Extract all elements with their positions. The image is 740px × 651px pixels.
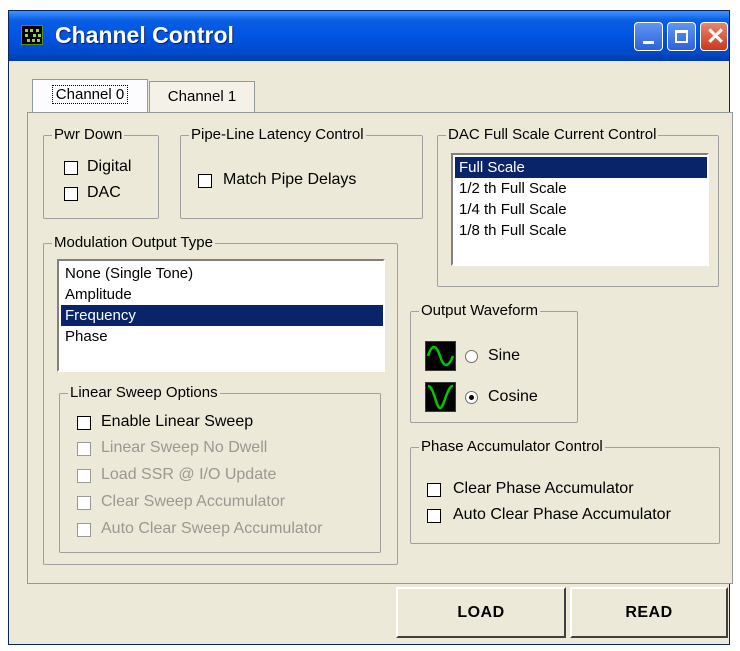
clear-sweep-accumulator-label: Clear Sweep Accumulator: [101, 493, 286, 510]
window-title: Channel Control: [55, 22, 234, 48]
tab-channel-1[interactable]: Channel 1: [149, 81, 255, 112]
clear-sweep-accumulator-checkbox[interactable]: [77, 496, 91, 510]
list-item[interactable]: 1/8 th Full Scale: [455, 220, 707, 241]
modulation-type-listbox[interactable]: None (Single Tone) Amplitude Frequency P…: [57, 259, 385, 372]
linear-sweep-no-dwell-label: Linear Sweep No Dwell: [101, 439, 268, 456]
load-ssr-checkbox[interactable]: [77, 469, 91, 483]
cosine-label: Cosine: [488, 388, 538, 405]
radio-selected-dot: [469, 395, 474, 400]
group-title: DAC Full Scale Current Control: [446, 126, 659, 144]
match-pipe-delays-checkbox[interactable]: [198, 174, 212, 188]
pwr-down-group: Pwr Down: [43, 126, 159, 219]
group-title: Phase Accumulator Control: [419, 438, 605, 456]
enable-linear-sweep-label: Enable Linear Sweep: [101, 413, 254, 430]
minimize-icon: [643, 41, 654, 44]
title-bar[interactable]: Channel Control ✕: [9, 11, 729, 61]
linear-sweep-no-dwell-checkbox[interactable]: [77, 442, 91, 456]
enable-linear-sweep-checkbox[interactable]: [77, 416, 91, 430]
list-item[interactable]: None (Single Tone): [61, 263, 383, 284]
sine-radio[interactable]: [465, 350, 478, 363]
list-item[interactable]: Frequency: [61, 305, 383, 326]
close-button[interactable]: ✕: [700, 22, 728, 51]
match-pipe-delays-label: Match Pipe Delays: [223, 171, 357, 188]
group-title: Pwr Down: [52, 126, 125, 144]
sine-label: Sine: [488, 347, 521, 364]
channel-control-window: Channel Control ✕ Channel 0 Channel 1 Pw…: [8, 10, 733, 645]
sine-wave-graphic: [426, 345, 455, 367]
read-button[interactable]: READ: [570, 587, 728, 638]
dac-checkbox[interactable]: [64, 187, 78, 201]
auto-clear-phase-accumulator-label: Auto Clear Phase Accumulator: [453, 506, 671, 523]
auto-clear-sweep-accumulator-label: Auto Clear Sweep Accumulator: [101, 520, 323, 537]
dac-label: DAC: [87, 184, 121, 201]
digital-checkbox[interactable]: [64, 161, 78, 175]
maximize-icon: [675, 30, 688, 43]
cosine-radio[interactable]: [465, 391, 478, 404]
list-item[interactable]: Full Scale: [455, 157, 707, 178]
digital-label: Digital: [87, 158, 132, 175]
tab-channel-0[interactable]: Channel 0: [32, 79, 148, 112]
clear-phase-accumulator-checkbox[interactable]: [427, 483, 441, 497]
group-title: Pipe-Line Latency Control: [189, 126, 366, 144]
group-title: Modulation Output Type: [52, 234, 215, 252]
list-item[interactable]: Amplitude: [61, 284, 383, 305]
sine-wave-icon: [425, 341, 456, 371]
tab-label: Channel 0: [51, 85, 129, 104]
dac-full-scale-listbox[interactable]: Full Scale 1/2 th Full Scale 1/4 th Full…: [451, 153, 709, 266]
auto-clear-phase-accumulator-checkbox[interactable]: [427, 509, 441, 523]
close-icon: ✕: [706, 23, 726, 49]
clear-phase-accumulator-label: Clear Phase Accumulator: [453, 480, 634, 497]
tab-label: Channel 1: [167, 88, 237, 105]
load-button[interactable]: LOAD: [396, 587, 566, 638]
app-icon: [21, 25, 43, 45]
auto-clear-sweep-accumulator-checkbox[interactable]: [77, 523, 91, 537]
cosine-wave-graphic: [427, 384, 454, 410]
load-ssr-label: Load SSR @ I/O Update: [101, 466, 277, 483]
minimize-button[interactable]: [634, 22, 663, 51]
cosine-wave-icon: [425, 382, 456, 412]
list-item[interactable]: 1/4 th Full Scale: [455, 199, 707, 220]
list-item[interactable]: Phase: [61, 326, 383, 347]
maximize-button[interactable]: [667, 22, 696, 51]
group-title: Output Waveform: [419, 302, 540, 320]
list-item[interactable]: 1/2 th Full Scale: [455, 178, 707, 199]
group-title: Linear Sweep Options: [68, 384, 220, 402]
